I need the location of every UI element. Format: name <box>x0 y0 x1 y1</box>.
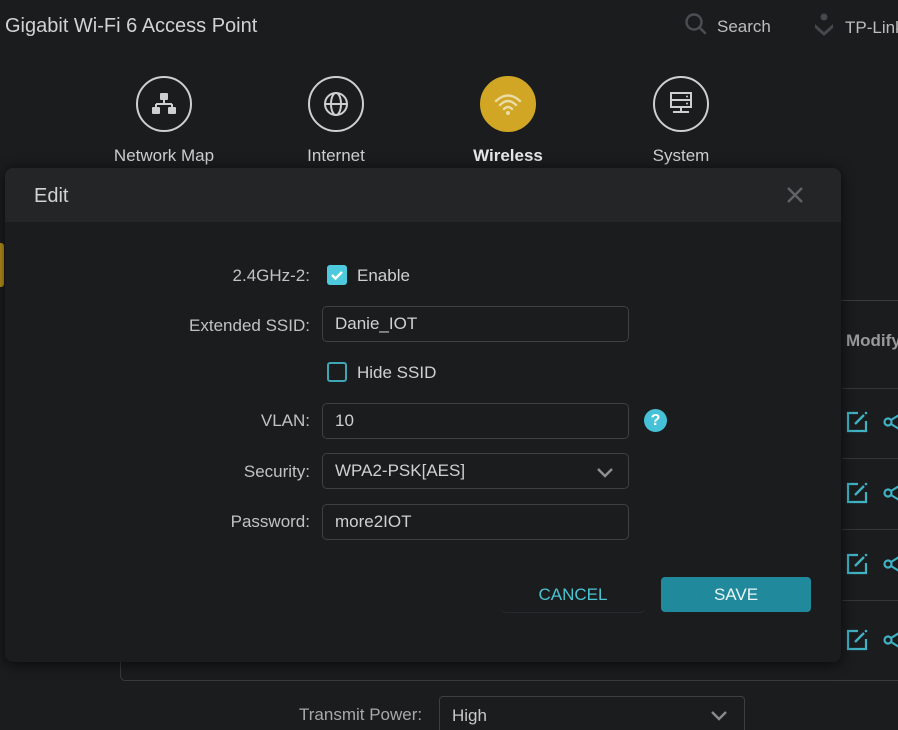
transmit-power-value: High <box>452 706 487 725</box>
edit-icon[interactable] <box>844 627 870 653</box>
share-icon[interactable] <box>882 409 898 435</box>
dialog-header: Edit <box>5 168 841 222</box>
table-divider <box>842 600 898 601</box>
edit-dialog: Edit 2.4GHz-2: Enable Extended SSID: Hid… <box>5 168 841 662</box>
table-divider <box>842 458 898 459</box>
chevron-down-icon <box>597 468 613 478</box>
brand-account[interactable]: TP-Link <box>813 12 898 43</box>
nav-network-map[interactable]: Network Map <box>94 76 234 166</box>
transmit-power-label: Transmit Power: <box>299 705 423 724</box>
vlan-label: VLAN: <box>260 411 310 430</box>
wifi-icon <box>480 76 536 132</box>
save-button[interactable]: SAVE <box>661 577 811 612</box>
close-button[interactable] <box>785 185 805 205</box>
edit-icon[interactable] <box>844 551 870 577</box>
table-row-actions <box>844 480 898 506</box>
security-label: Security: <box>243 462 310 481</box>
table-header-modify: Modify <box>846 331 898 350</box>
app-title: Gigabit Wi-Fi 6 Access Point <box>5 15 258 37</box>
hide-ssid-checkbox[interactable] <box>327 362 347 382</box>
help-icon[interactable]: ? <box>644 409 667 432</box>
ssid-label: Extended SSID: <box>189 316 310 335</box>
vlan-input[interactable] <box>322 403 629 439</box>
check-icon <box>331 271 343 281</box>
table-row-actions <box>844 551 898 577</box>
search-label: Search <box>717 16 771 36</box>
network-map-icon <box>136 76 192 132</box>
hide-ssid-label[interactable]: Hide SSID <box>357 363 436 383</box>
globe-icon <box>308 76 364 132</box>
transmit-power-select[interactable]: High <box>439 696 745 730</box>
ssid-input[interactable] <box>322 306 629 342</box>
password-input[interactable] <box>322 504 629 540</box>
table-row-actions <box>844 627 898 653</box>
share-icon[interactable] <box>882 551 898 577</box>
security-select[interactable]: WPA2-PSK[AES] <box>322 453 629 489</box>
user-icon <box>813 12 835 43</box>
table-divider <box>842 388 898 389</box>
table-row-actions <box>844 409 898 435</box>
close-icon <box>787 187 803 203</box>
server-icon <box>653 76 709 132</box>
chevron-down-icon <box>711 711 727 721</box>
search-icon <box>684 12 708 41</box>
sidebar-active-tab[interactable] <box>0 243 4 287</box>
nav-label: Network Map <box>113 146 215 165</box>
nav-label: Internet <box>307 146 365 165</box>
share-icon[interactable] <box>882 480 898 506</box>
cancel-button[interactable]: CANCEL <box>500 577 646 613</box>
edit-icon[interactable] <box>844 409 870 435</box>
enable-label[interactable]: Enable <box>357 266 410 286</box>
nav-internet[interactable]: Internet <box>266 76 406 166</box>
nav-label: System <box>652 146 710 165</box>
search-button[interactable]: Search <box>684 12 771 41</box>
brand-label: TP-Link <box>845 17 898 37</box>
security-value: WPA2-PSK[AES] <box>335 461 466 480</box>
dialog-title: Edit <box>34 185 69 207</box>
password-label: Password: <box>230 512 310 531</box>
nav-system[interactable]: System <box>611 76 751 166</box>
table-divider <box>842 529 898 530</box>
edit-icon[interactable] <box>844 480 870 506</box>
enable-checkbox[interactable] <box>327 265 347 285</box>
nav-wireless[interactable]: Wireless <box>438 76 578 166</box>
nav-label: Wireless <box>473 146 543 165</box>
share-icon[interactable] <box>882 627 898 653</box>
band-label: 2.4GHz-2: <box>232 266 310 285</box>
